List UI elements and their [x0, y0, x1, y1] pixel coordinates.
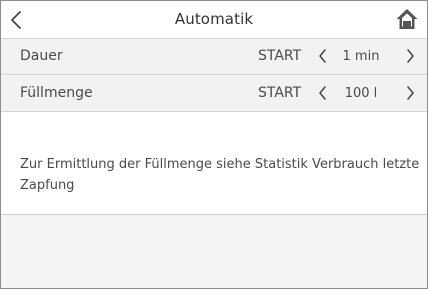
home-icon	[396, 9, 418, 29]
row-value-dauer: 1 min	[342, 49, 380, 64]
automatik-screen: Automatik Dauer START 1 min Füllmenge ST…	[0, 0, 428, 289]
info-panel: Zur Ermittlung der Füllmenge siehe Stati…	[1, 112, 427, 215]
info-text: Zur Ermittlung der Füllmenge siehe Stati…	[20, 157, 420, 193]
empty-area	[1, 215, 427, 288]
chevron-right-icon[interactable]	[405, 85, 415, 101]
row-dauer: Dauer START 1 min	[1, 39, 427, 75]
page-title: Automatik	[174, 10, 254, 28]
chevron-left-icon[interactable]	[318, 48, 328, 64]
start-button-fuellmenge[interactable]: START	[258, 85, 301, 101]
home-button[interactable]	[395, 7, 419, 31]
row-value-fuellmenge: 100 l	[344, 86, 378, 101]
chevron-right-icon[interactable]	[405, 48, 415, 64]
row-fuellmenge: Füllmenge START 100 l	[1, 76, 427, 112]
row-label-fuellmenge: Füllmenge	[20, 85, 93, 101]
chevron-left-icon[interactable]	[318, 85, 328, 101]
row-label-dauer: Dauer	[20, 48, 63, 64]
start-button-dauer[interactable]: START	[258, 48, 301, 64]
header-bar: Automatik	[1, 1, 427, 39]
